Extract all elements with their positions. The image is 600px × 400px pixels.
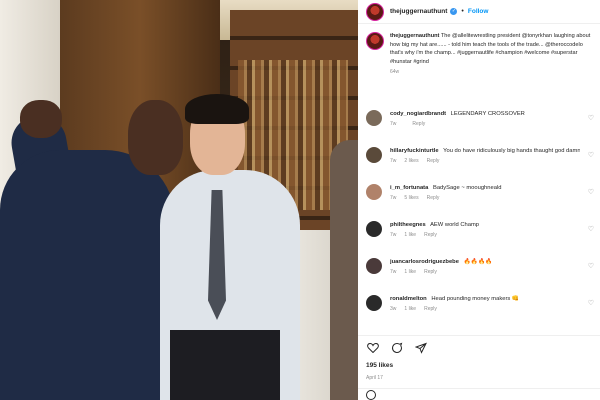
comment-row: juancarlosrodriguezbebe 🔥🔥🔥🔥 7w 1 like R…: [366, 258, 600, 288]
comment-body: cody_nogiardbrandt LEGENDARY CROSSOVER 7…: [390, 110, 580, 140]
comment-meta: 7w 2 likes Reply: [390, 158, 580, 164]
caption-time: 64w: [390, 69, 400, 75]
comment-reply-button[interactable]: Reply: [424, 306, 437, 312]
comment-avatar[interactable]: [366, 110, 382, 126]
share-icon: [415, 342, 427, 354]
comment-meta: 7w Reply: [390, 121, 580, 127]
comment-likes[interactable]: 5 likes: [404, 195, 418, 201]
comment-avatar[interactable]: [366, 221, 382, 237]
like-button[interactable]: [366, 341, 380, 355]
comment-username[interactable]: hillaryfuckinturtle: [390, 148, 439, 154]
action-bar: [358, 335, 600, 359]
photo-man-left: [0, 150, 175, 400]
comment-like-heart-icon[interactable]: ♡: [588, 114, 594, 122]
comment-reply-button[interactable]: Reply: [424, 232, 437, 238]
comment-reply-button[interactable]: Reply: [424, 269, 437, 275]
photo-man-left-fist: [20, 100, 62, 138]
post-photo[interactable]: [0, 0, 358, 400]
comment-time: 7w: [390, 232, 397, 238]
comment-body: i_m_fortunata BadySage ~ mooughneald 7w …: [390, 184, 580, 214]
author-username[interactable]: thejuggernauthunt: [390, 8, 447, 15]
comment-time: 7w: [390, 195, 397, 201]
comment-time: 7w: [390, 121, 397, 127]
photo-man-right-pants: [170, 330, 280, 400]
comment-body: hillaryfuckinturtle You do have ridiculo…: [390, 147, 580, 177]
author-avatar[interactable]: [366, 2, 384, 21]
comment-avatar[interactable]: [366, 295, 382, 311]
add-comment-row[interactable]: [358, 388, 600, 400]
photo-man-left-head: [128, 100, 183, 175]
emoji-icon[interactable]: [366, 389, 376, 400]
comment-like-heart-icon[interactable]: ♡: [588, 299, 594, 307]
caption-avatar[interactable]: [366, 32, 384, 50]
caption-username[interactable]: thejuggernauthunt: [390, 33, 439, 39]
comment-reply-button[interactable]: Reply: [412, 121, 425, 127]
comment-content: You do have ridiculously big hands thaug…: [443, 148, 580, 154]
comment-likes[interactable]: 1 like: [404, 269, 416, 275]
comment-avatar[interactable]: [366, 184, 382, 200]
comment-row: philtheegnes AEW world Champ 7w 1 like R…: [366, 221, 600, 251]
post-header: thejuggernauthunt ✓ • Follow: [358, 0, 600, 24]
comment-content: BadySage ~ mooughneald: [432, 185, 502, 191]
comment-text: i_m_fortunata BadySage ~ mooughneald: [390, 184, 580, 192]
follow-button[interactable]: Follow: [468, 8, 489, 15]
share-button[interactable]: [414, 341, 428, 355]
comment-row: i_m_fortunata BadySage ~ mooughneald 7w …: [366, 184, 600, 214]
comment-meta: 7w 1 like Reply: [390, 232, 580, 238]
comment-content: LEGENDARY CROSSOVER: [450, 111, 525, 117]
comment-text: juancarlosrodriguezbebe 🔥🔥🔥🔥: [390, 258, 580, 266]
comment-body: ronaldmelton Head pounding money makers …: [390, 295, 580, 325]
comment-button[interactable]: [390, 341, 404, 355]
post-side-panel: thejuggernauthunt ✓ • Follow thejuggerna…: [358, 0, 600, 400]
comment-username[interactable]: cody_nogiardbrandt: [390, 111, 446, 117]
comment-text: ronaldmelton Head pounding money makers …: [390, 295, 580, 303]
comment-time: 7w: [390, 269, 397, 275]
comment-content: 🔥🔥🔥🔥: [463, 259, 493, 265]
post-date: April 17: [366, 375, 383, 381]
comment-like-heart-icon[interactable]: ♡: [588, 188, 594, 196]
comment-likes[interactable]: 2 likes: [404, 158, 418, 164]
caption-text: thejuggernauthunt The @allelitewrestling…: [390, 32, 596, 66]
comment-row: ronaldmelton Head pounding money makers …: [366, 295, 600, 325]
comment-content: Head pounding money makers 👊: [431, 296, 520, 302]
comment-like-heart-icon[interactable]: ♡: [588, 225, 594, 233]
comment-username[interactable]: juancarlosrodriguezbebe: [390, 259, 459, 265]
comment-time: 7w: [390, 158, 397, 164]
comment-likes[interactable]: 1 like: [404, 306, 416, 312]
comment-text: hillaryfuckinturtle You do have ridiculo…: [390, 147, 580, 155]
photo-person-right: [330, 140, 358, 400]
comment-like-heart-icon[interactable]: ♡: [588, 151, 594, 159]
likes-count[interactable]: 195 likes: [366, 362, 393, 369]
post-caption: thejuggernauthunt The @allelitewrestling…: [366, 32, 600, 92]
comment-time: 3w: [390, 306, 397, 312]
caption-body: thejuggernauthunt The @allelitewrestling…: [390, 32, 596, 92]
comment-username[interactable]: ronaldmelton: [390, 296, 427, 302]
comment-likes[interactable]: 1 like: [404, 232, 416, 238]
comment-body: philtheegnes AEW world Champ 7w 1 like R…: [390, 221, 580, 251]
header-separator: •: [461, 8, 464, 15]
comment-avatar[interactable]: [366, 258, 382, 274]
comment-username[interactable]: i_m_fortunata: [390, 185, 428, 191]
comment-username[interactable]: philtheegnes: [390, 222, 426, 228]
verified-badge-icon: ✓: [450, 8, 458, 15]
comment-like-heart-icon[interactable]: ♡: [588, 262, 594, 270]
comment-icon: [392, 342, 403, 353]
photo-man-right-hair: [185, 94, 249, 124]
comment-content: AEW world Champ: [430, 222, 480, 228]
comment-meta: 7w 1 like Reply: [390, 269, 580, 275]
comment-text: philtheegnes AEW world Champ: [390, 221, 580, 229]
comment-text: cody_nogiardbrandt LEGENDARY CROSSOVER: [390, 110, 580, 118]
comment-reply-button[interactable]: Reply: [427, 158, 440, 164]
comment-body: juancarlosrodriguezbebe 🔥🔥🔥🔥 7w 1 like R…: [390, 258, 580, 288]
comment-reply-button[interactable]: Reply: [427, 195, 440, 201]
comment-row: cody_nogiardbrandt LEGENDARY CROSSOVER 7…: [366, 110, 600, 140]
heart-icon: [367, 342, 379, 353]
comment-row: hillaryfuckinturtle You do have ridiculo…: [366, 147, 600, 177]
comment-meta: 7w 5 likes Reply: [390, 195, 580, 201]
comment-meta: 3w 1 like Reply: [390, 306, 580, 312]
comment-avatar[interactable]: [366, 147, 382, 163]
